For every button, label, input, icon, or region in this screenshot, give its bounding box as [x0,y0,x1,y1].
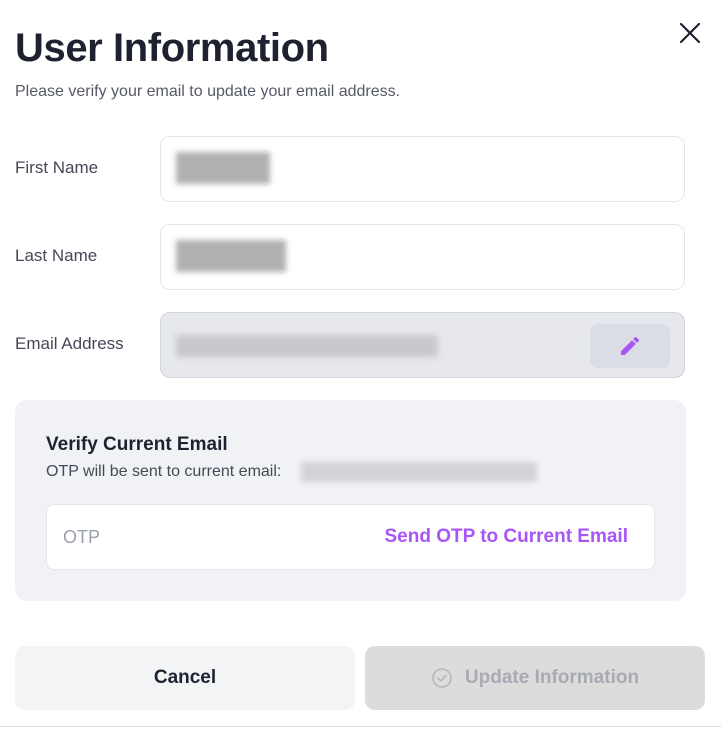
pencil-icon [621,336,640,355]
last-name-label: Last Name [15,246,98,265]
send-otp-button[interactable]: Send OTP to Current Email [384,526,628,548]
first-name-label: First Name [15,158,99,177]
dialog-subtitle: Please verify your email to update your … [15,83,401,100]
current-email-redacted [301,462,537,482]
dialog-title: User Information [15,26,329,70]
update-information-button[interactable]: Update Information [365,646,705,710]
email-label: Email Address [15,334,124,353]
close-button[interactable] [675,18,705,48]
otp-field-container: Send OTP to Current Email [46,504,655,570]
cancel-label: Cancel [153,667,217,688]
first-name-redacted-value [176,152,270,184]
verify-title: Verify Current Email [46,434,228,455]
check-circle-icon [431,667,453,689]
verify-subtitle-text: OTP will be sent to current email: [46,463,282,480]
email-field [160,312,685,378]
otp-input[interactable] [63,521,363,553]
email-redacted-value [176,335,438,357]
first-name-field[interactable] [160,136,685,202]
update-label: Update Information [464,667,640,688]
bottom-divider [0,726,721,727]
last-name-redacted-value [176,240,286,272]
close-icon [679,22,701,44]
verify-email-panel: Verify Current Email OTP will be sent to… [15,400,686,601]
cancel-button[interactable]: Cancel [15,646,355,710]
edit-email-button[interactable] [590,324,670,368]
last-name-field[interactable] [160,224,685,290]
verify-subtitle: OTP will be sent to current email: [46,463,281,481]
